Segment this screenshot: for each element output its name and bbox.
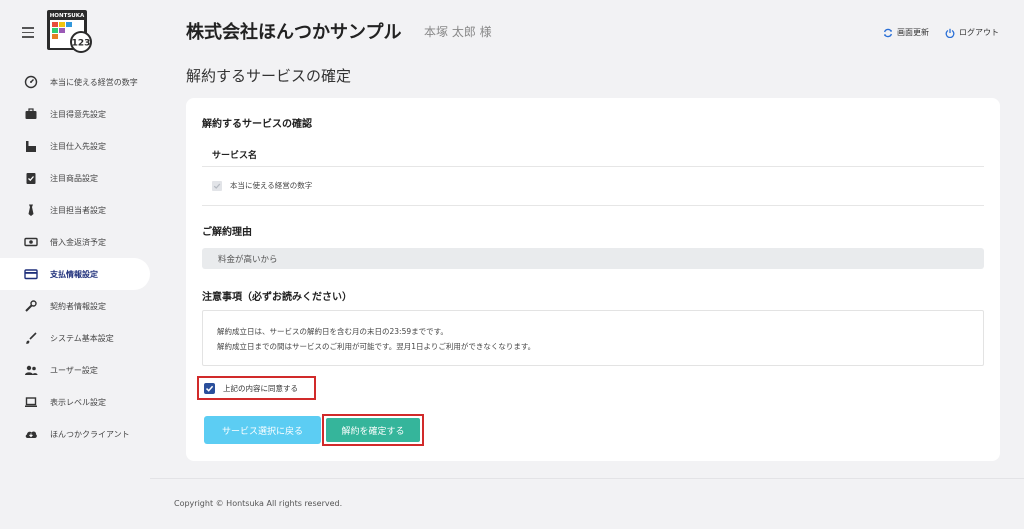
company-name: 株式会社ほんつかサンプル [186,22,402,43]
user-name: 本塚 太郎 様 [424,25,492,39]
sidebar-item-display-level[interactable]: 表示レベル設定 [0,386,150,418]
service-name: 本当に使える経営の数字 [230,181,313,190]
power-icon [945,28,955,38]
reason-section-title: ご解約理由 [202,227,252,238]
money-icon [24,235,38,249]
sidebar-item-label: 本当に使える経営の数字 [50,77,138,87]
notice-box: 解約成立日は、サービスの解約日を含む月の末日の23:59までです。 解約成立日ま… [202,310,984,366]
sidebar-item-label: 注目商品設定 [50,173,98,183]
factory-icon [24,139,38,153]
credit-card-icon [24,267,38,281]
sidebar-item-payment-info[interactable]: 支払情報設定 [0,258,150,290]
footer-divider [150,478,1024,479]
logo[interactable]: HONTSUKA 123 [47,10,97,54]
sidebar: HONTSUKA 123 本当に使える経営の数字 注目得意先設定 注目仕入先設定 [0,0,150,529]
sidebar-item-system-settings[interactable]: システム基本設定 [0,322,150,354]
check-icon [213,183,221,189]
menu-icon[interactable] [22,27,34,38]
necktie-icon [24,203,38,217]
sidebar-item-users[interactable]: ユーザー設定 [0,354,150,386]
sidebar-item-label: 表示レベル設定 [50,397,106,407]
sidebar-nav: 本当に使える経営の数字 注目得意先設定 注目仕入先設定 注目商品設定 注目担当者… [0,66,150,450]
sidebar-item-suppliers[interactable]: 注目仕入先設定 [0,130,150,162]
divider [202,205,984,206]
page-title: 解約するサービスの確定 [186,67,352,85]
cloud-download-icon [24,427,38,441]
services-section-title: 解約するサービスの確認 [202,119,312,130]
back-to-service-selection-button[interactable]: サービス選択に戻る [204,416,321,444]
sidebar-item-staff[interactable]: 注目担当者設定 [0,194,150,226]
sidebar-item-label: ほんつかクライアント [50,429,130,439]
wrench-icon [24,299,38,313]
notice-line-1: 解約成立日は、サービスの解約日を含む月の末日の23:59までです。 [217,327,448,336]
notice-section-title: 注意事項（必ずお読みください） [202,292,352,303]
sidebar-item-loan-repayment[interactable]: 借入金返済予定 [0,226,150,258]
divider [202,166,984,167]
sidebar-item-client-download[interactable]: ほんつかクライアント [0,418,150,450]
refresh-label: 画面更新 [897,28,929,37]
sidebar-item-label: システム基本設定 [50,333,114,343]
logo-number: 123 [72,39,91,49]
notice-line-2: 解約成立日までの間はサービスのご利用が可能です。翌月1日よりご利用ができなくなり… [217,342,536,351]
logout-label: ログアウト [959,28,999,37]
check-icon [205,385,214,392]
sidebar-item-label: 注目担当者設定 [50,205,106,215]
briefcase-icon [24,107,38,121]
confirmation-card: 解約するサービスの確認 サービス名 本当に使える経営の数字 ご解約理由 料金が高… [186,98,1000,461]
service-checkbox [212,180,222,191]
sidebar-item-label: 契約者情報設定 [50,301,106,311]
service-row: 本当に使える経営の数字 [212,180,312,191]
sidebar-item-contractor-info[interactable]: 契約者情報設定 [0,290,150,322]
refresh-icon [883,28,893,37]
agree-label: 上記の内容に同意する [223,383,298,393]
brush-icon [24,331,38,345]
logout-button[interactable]: ログアウト [945,27,999,38]
gauge-icon [24,75,38,89]
clipboard-check-icon [24,171,38,185]
reason-field: 料金が高いから [202,248,984,269]
refresh-button[interactable]: 画面更新 [883,27,929,38]
agree-checkbox[interactable]: 上記の内容に同意する [197,376,316,400]
sidebar-item-products[interactable]: 注目商品設定 [0,162,150,194]
users-icon [24,363,38,377]
sidebar-item-label: 借入金返済予定 [50,237,106,247]
sidebar-item-label: 支払情報設定 [50,269,98,279]
reason-value: 料金が高いから [218,255,278,265]
copyright: Copyright © Hontsuka All rights reserved… [174,499,343,508]
sidebar-item-customers[interactable]: 注目得意先設定 [0,98,150,130]
confirm-cancellation-button[interactable]: 解約を確定する [326,418,420,442]
service-name-header: サービス名 [212,151,258,161]
sidebar-item-management-numbers[interactable]: 本当に使える経営の数字 [0,66,150,98]
sidebar-item-label: 注目仕入先設定 [50,141,106,151]
sidebar-item-label: ユーザー設定 [50,365,98,375]
logo-text: HONTSUKA [50,13,85,19]
laptop-icon [24,395,38,409]
checkbox-checked[interactable] [204,382,215,394]
confirm-highlight: 解約を確定する [322,414,424,446]
sidebar-item-label: 注目得意先設定 [50,109,106,119]
